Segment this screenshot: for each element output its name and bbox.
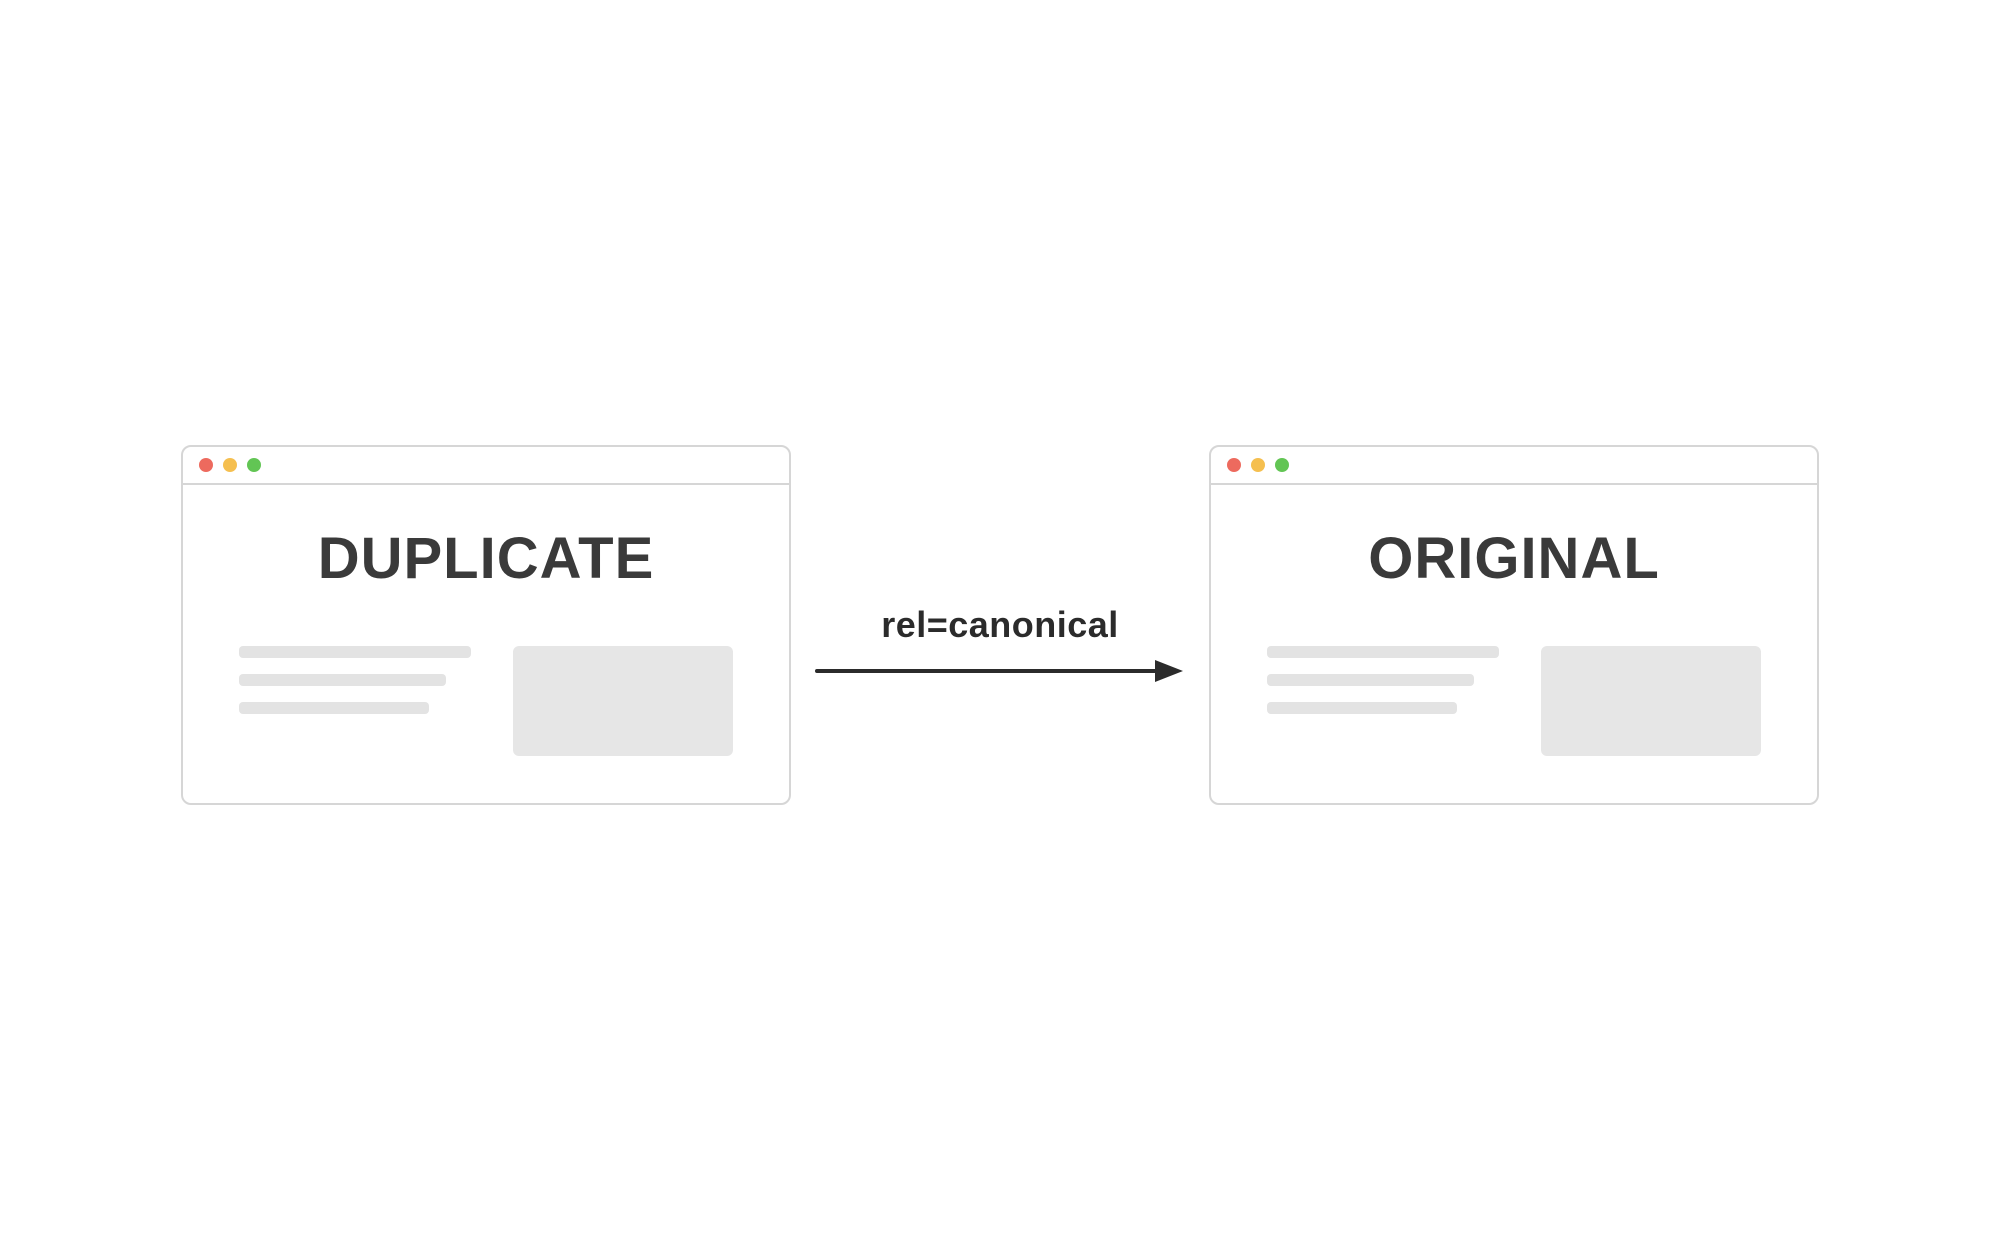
placeholder-line	[1267, 702, 1457, 714]
window-content: ORIGINAL	[1211, 485, 1817, 786]
canonical-diagram: DUPLICATE rel=canonical ORIGINAL	[181, 445, 1819, 805]
window-content: DUPLICATE	[183, 485, 789, 786]
window-titlebar	[183, 447, 789, 485]
window-title: DUPLICATE	[318, 525, 655, 592]
arrow-group: rel=canonical	[815, 604, 1185, 686]
window-titlebar	[1211, 447, 1817, 485]
arrow-icon	[815, 656, 1185, 686]
placeholder-line	[1267, 646, 1499, 658]
window-title: ORIGINAL	[1368, 525, 1660, 592]
placeholder-line	[239, 674, 446, 686]
text-lines-placeholder	[1267, 646, 1511, 714]
original-browser-window: ORIGINAL	[1209, 445, 1819, 805]
close-dot-icon	[1227, 458, 1241, 472]
image-placeholder	[1541, 646, 1761, 756]
minimize-dot-icon	[223, 458, 237, 472]
placeholder-line	[239, 646, 471, 658]
image-placeholder	[513, 646, 733, 756]
content-placeholder-row	[1267, 646, 1761, 756]
maximize-dot-icon	[247, 458, 261, 472]
placeholder-line	[1267, 674, 1474, 686]
content-placeholder-row	[239, 646, 733, 756]
close-dot-icon	[199, 458, 213, 472]
minimize-dot-icon	[1251, 458, 1265, 472]
duplicate-browser-window: DUPLICATE	[181, 445, 791, 805]
placeholder-line	[239, 702, 429, 714]
arrow-label: rel=canonical	[881, 604, 1119, 646]
text-lines-placeholder	[239, 646, 483, 714]
maximize-dot-icon	[1275, 458, 1289, 472]
